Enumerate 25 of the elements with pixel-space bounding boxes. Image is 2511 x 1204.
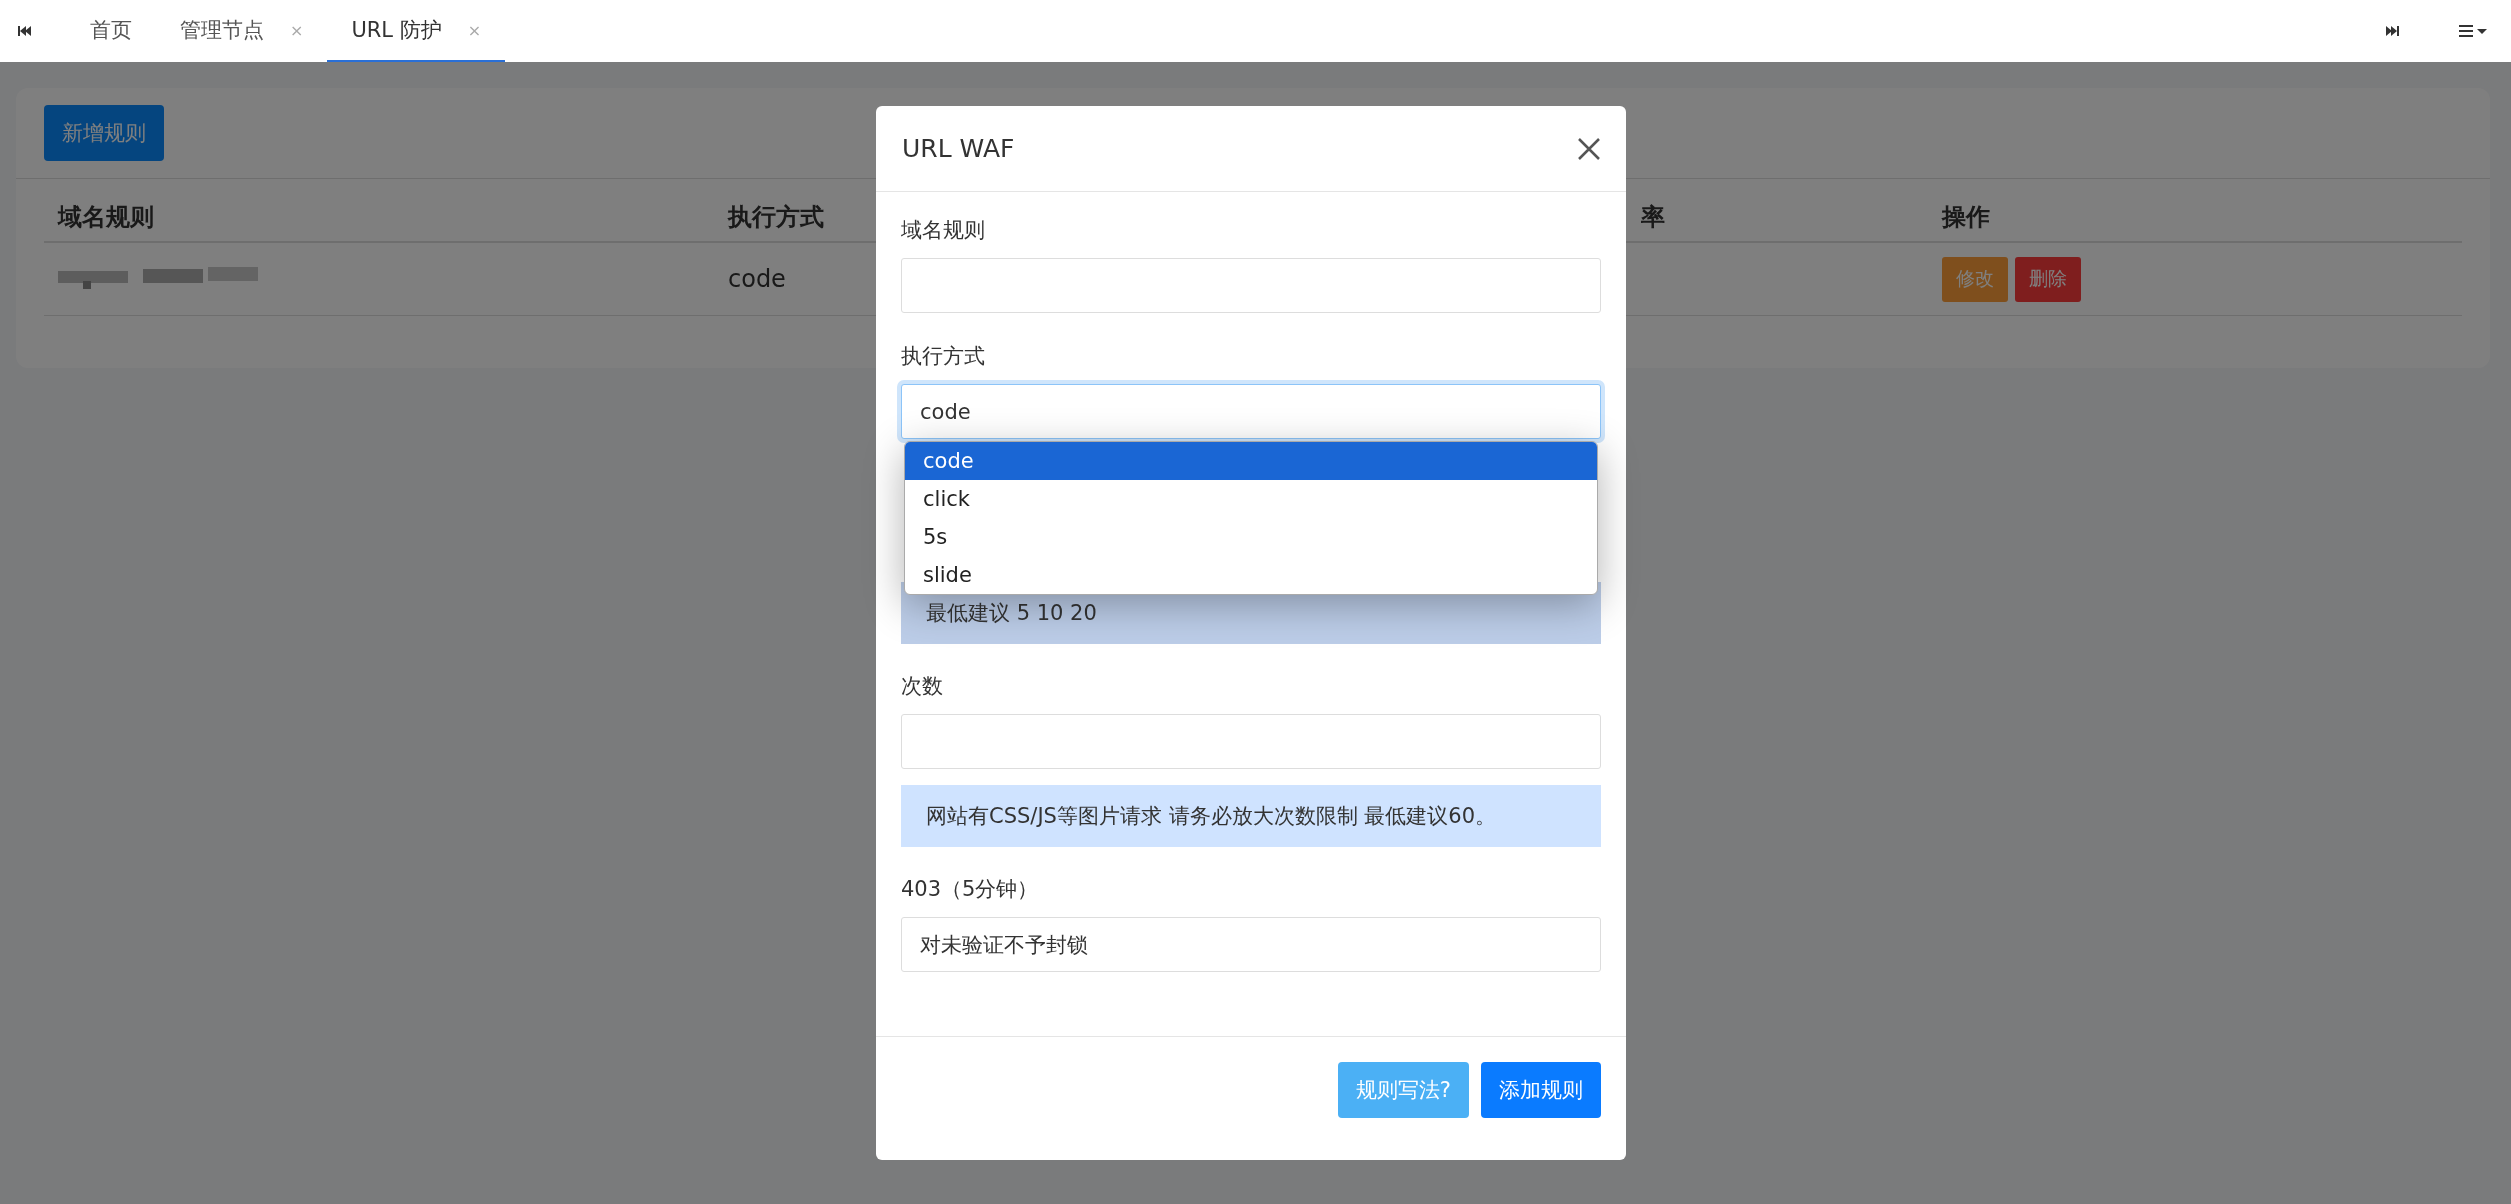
input-field[interactable] [901, 714, 1601, 769]
dropdown-option[interactable]: code [905, 442, 1597, 480]
dropdown-option[interactable]: click [905, 480, 1597, 518]
first-page-icon[interactable] [18, 26, 32, 36]
column-header: 域名规则 [58, 203, 154, 231]
last-page-icon[interactable] [2385, 26, 2399, 36]
close-icon[interactable] [1577, 136, 1601, 161]
table-cell: code [728, 265, 786, 293]
column-header: 执行方式 [728, 203, 824, 231]
column-header: 操作 [1942, 203, 1990, 231]
menu-icon[interactable] [2459, 25, 2487, 37]
field-label: 次数 [901, 673, 943, 700]
hint-alert: 网站有CSS/JS等图片请求 请务必放大次数限制 最低建议60。 [901, 785, 1601, 847]
dialog-title: URL WAF [902, 134, 1015, 163]
add-rule-button[interactable]: 添加规则 [1481, 1062, 1601, 1118]
field-label: 域名规则 [901, 217, 985, 244]
column-header: 率 [1641, 203, 1665, 231]
input-field[interactable] [901, 258, 1601, 313]
tab[interactable]: 管理节点 × [156, 0, 328, 62]
dropdown-option[interactable]: 5s [905, 518, 1597, 556]
field-label: 执行方式 [901, 343, 985, 370]
tab[interactable]: 首页 [66, 0, 156, 62]
tab[interactable]: URL 防护 × [327, 0, 506, 62]
select-field[interactable]: 对未验证不予封锁 [901, 917, 1601, 972]
field-label: 403（5分钟） [901, 876, 1039, 903]
